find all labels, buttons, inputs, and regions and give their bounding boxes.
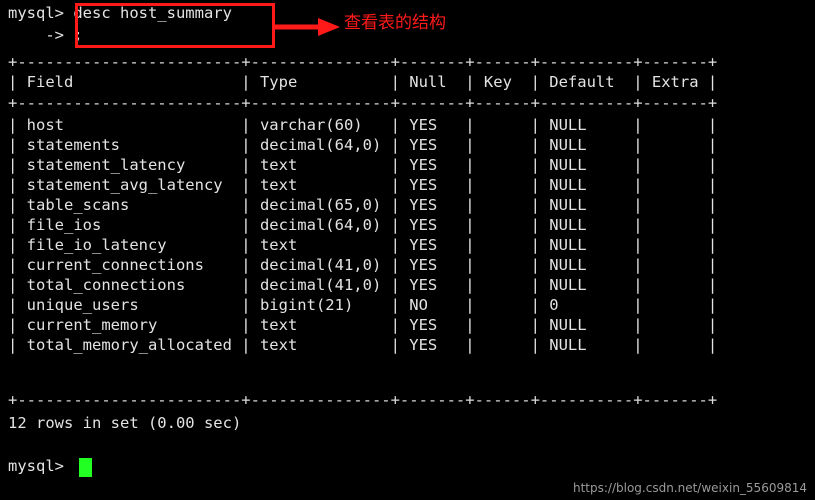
table-row: | file_ios | decimal(64,0) | YES | | NUL… bbox=[8, 216, 718, 234]
table-row: | statements | decimal(64,0) | YES | | N… bbox=[8, 136, 718, 154]
final-prompt: mysql> bbox=[8, 457, 74, 475]
command-line-1: mysql> desc host_summary bbox=[8, 3, 232, 23]
result-status: 12 rows in set (0.00 sec) bbox=[8, 414, 242, 432]
command-line-2: -> ; bbox=[8, 25, 83, 45]
command-terminator: ; bbox=[73, 26, 83, 44]
table-row: | statement_latency | text | YES | | NUL… bbox=[8, 156, 718, 174]
table-row: | unique_users | bigint(21) | NO | | 0 |… bbox=[8, 296, 718, 314]
terminal-window: mysql> desc host_summary -> ; +---------… bbox=[0, 0, 815, 500]
table-row: | current_memory | text | YES | | NULL |… bbox=[8, 316, 718, 334]
annotation-arrow-icon bbox=[274, 18, 340, 36]
table-row: | statement_avg_latency | text | YES | |… bbox=[8, 176, 718, 194]
annotation-text: 查看表的结构 bbox=[344, 13, 446, 33]
table-header-row: | Field | Type | Null | Key | Default | … bbox=[8, 73, 718, 91]
terminal-cursor bbox=[79, 458, 92, 477]
table-row: | total_connections | decimal(41,0) | YE… bbox=[8, 276, 718, 294]
prompt-primary: mysql> bbox=[8, 4, 74, 22]
watermark: https://blog.csdn.net/weixin_55609814 bbox=[572, 481, 807, 495]
table-separator-bottom: +------------------------+--------------… bbox=[8, 391, 718, 409]
table-body: | host | varchar(60) | YES | | NULL | | |… bbox=[8, 115, 717, 355]
command-text: desc host_summary bbox=[73, 4, 232, 22]
table-row: | current_connections | decimal(41,0) | … bbox=[8, 256, 718, 274]
table-row: | file_io_latency | text | YES | | NULL … bbox=[8, 236, 718, 254]
table-row: | total_memory_allocated | text | YES | … bbox=[8, 336, 718, 354]
table-row: | host | varchar(60) | YES | | NULL | | bbox=[8, 116, 718, 134]
prompt-continuation: -> bbox=[8, 26, 74, 44]
table-separator-header: +------------------------+--------------… bbox=[8, 94, 718, 112]
table-row: | table_scans | decimal(65,0) | YES | | … bbox=[8, 196, 718, 214]
table-separator-top: +------------------------+--------------… bbox=[8, 53, 718, 71]
